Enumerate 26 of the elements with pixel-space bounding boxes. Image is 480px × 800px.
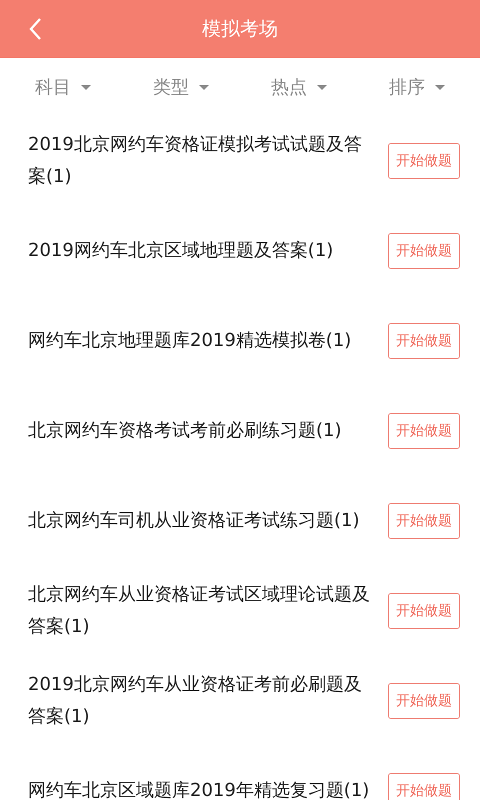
start-button[interactable]: 开始做题 [388, 143, 460, 179]
exam-title: 北京网约车从业资格证考试区域理论试题及答案(1) [28, 583, 371, 639]
start-button[interactable]: 开始做题 [388, 683, 460, 719]
start-button[interactable]: 开始做题 [388, 773, 460, 800]
caret-icon [435, 84, 445, 90]
exam-title: 2019网约车北京区域地理题及答案(1) [28, 239, 334, 263]
filter-dropdown[interactable]: 热点 [271, 75, 327, 99]
start-button[interactable]: 开始做题 [388, 503, 460, 539]
caret-icon [81, 84, 91, 90]
start-button[interactable]: 开始做题 [388, 233, 460, 269]
start-button[interactable]: 开始做题 [388, 323, 460, 359]
caret-icon [199, 84, 209, 90]
exam-title: 网约车北京地理题库2019精选模拟卷(1) [28, 329, 352, 353]
filter-dropdown[interactable]: 排序 [389, 75, 445, 99]
exam-title: 2019北京网约车从业资格证考前必刷题及答案(1) [28, 673, 363, 729]
page-title: 模拟考场 [202, 17, 278, 42]
back-icon[interactable] [28, 17, 42, 41]
filter-dropdown[interactable]: 类型 [153, 75, 209, 99]
start-button[interactable]: 开始做题 [388, 413, 460, 449]
caret-icon [317, 84, 327, 90]
exam-title: 网约车北京区域题库2019年精选复习题(1) [28, 779, 370, 800]
filter-dropdown[interactable]: 科目 [35, 75, 91, 99]
start-button[interactable]: 开始做题 [388, 593, 460, 629]
exam-title: 北京网约车司机从业资格证考试练习题(1) [28, 509, 360, 533]
exam-title: 北京网约车资格考试考前必刷练习题(1) [28, 419, 342, 443]
exam-title: 2019北京网约车资格证模拟考试试题及答案(1) [28, 133, 363, 189]
